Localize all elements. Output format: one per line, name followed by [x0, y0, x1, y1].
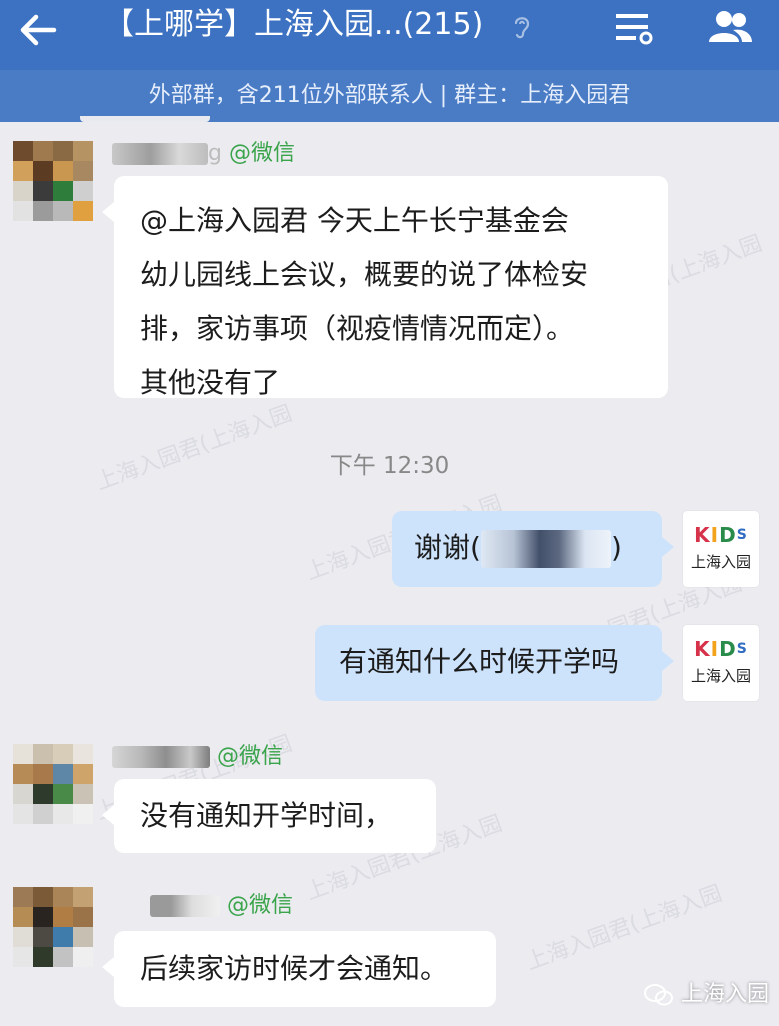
message-line: 幼儿园线上会议，概要的说了体检安 — [140, 258, 589, 291]
ear-icon — [514, 17, 530, 39]
message-text: 有通知什么时候开学吗 — [339, 645, 620, 678]
message-bubble[interactable]: 有通知什么时候开学吗 — [315, 625, 674, 701]
message-bubble[interactable]: 没有通知开学时间， — [102, 779, 436, 853]
sender-name: @微信 — [112, 742, 283, 772]
chat-menu-button[interactable] — [612, 8, 656, 48]
avatar-label: 上海入园 — [690, 553, 751, 571]
message-text: 没有通知开学时间， — [140, 799, 393, 832]
sender-name-suffix: g — [208, 141, 222, 166]
message-line: 排，家访事项（视疫情情况而定）。 — [140, 312, 575, 345]
group-members-icon — [709, 11, 752, 42]
kids-logo: KIDS — [683, 523, 759, 547]
avatar[interactable] — [13, 141, 93, 221]
group-info-bar[interactable]: 外部群，含211位外部联系人 | 群主：上海入园君 — [0, 70, 779, 122]
kids-letter: D — [719, 523, 737, 547]
back-button[interactable] — [16, 8, 60, 52]
kids-letter: I — [710, 523, 720, 547]
kids-logo: KIDS — [683, 637, 759, 661]
wechat-tag: @微信 — [217, 744, 284, 769]
wechat-logo-icon — [644, 984, 673, 1006]
group-members-button[interactable] — [706, 8, 756, 48]
message-line: 其他没有了 — [140, 366, 281, 399]
time-divider: 下午 12:30 — [329, 453, 450, 479]
blurred-name — [480, 530, 611, 568]
kids-letter: I — [710, 637, 720, 661]
source-mark: 上海入园 — [644, 976, 769, 1008]
avatar[interactable]: KIDS 上海入园 — [683, 625, 759, 701]
blurred-name — [112, 746, 210, 768]
kids-letter: S — [736, 641, 748, 657]
avatar[interactable]: KIDS 上海入园 — [683, 511, 759, 587]
source-mark-label: 上海入园 — [681, 982, 770, 1007]
sender-name: g @微信 — [112, 139, 295, 169]
blurred-name — [150, 895, 220, 917]
scroll-edge — [80, 116, 210, 122]
message-text: 谢谢( — [414, 531, 481, 564]
arrow-left-icon — [20, 14, 57, 46]
blurred-name — [112, 143, 208, 165]
chat-header: 【上哪学】上海入园...(215) — [0, 0, 779, 70]
message-text: ) — [610, 531, 622, 564]
avatar[interactable] — [13, 744, 93, 824]
kids-letter: S — [736, 527, 748, 543]
avatar-label: 上海入园 — [690, 667, 751, 685]
chat-title[interactable]: 【上哪学】上海入园...(215) — [104, 8, 483, 42]
message-bubble[interactable]: @上海入园君 今天上午长宁基金会 幼儿园线上会议，概要的说了体检安 排，家访事项… — [102, 176, 668, 399]
kids-letter: K — [694, 637, 711, 661]
message-bubble[interactable]: 后续家访时候才会通知。 — [102, 931, 496, 1007]
message-line: @上海入园君 今天上午长宁基金会 — [140, 204, 569, 237]
sender-name: @微信 — [150, 891, 293, 921]
wechat-tag: @微信 — [227, 893, 294, 918]
kids-letter: D — [719, 637, 737, 661]
list-settings-icon — [616, 14, 653, 45]
watermark: 上海入园君(上海入园 — [522, 881, 726, 976]
kids-letter: K — [694, 523, 711, 547]
avatar[interactable] — [13, 887, 93, 967]
message-bubble[interactable]: 谢谢() — [392, 511, 674, 587]
wechat-tag: @微信 — [228, 141, 295, 166]
message-text: 后续家访时候才会通知。 — [140, 952, 449, 985]
